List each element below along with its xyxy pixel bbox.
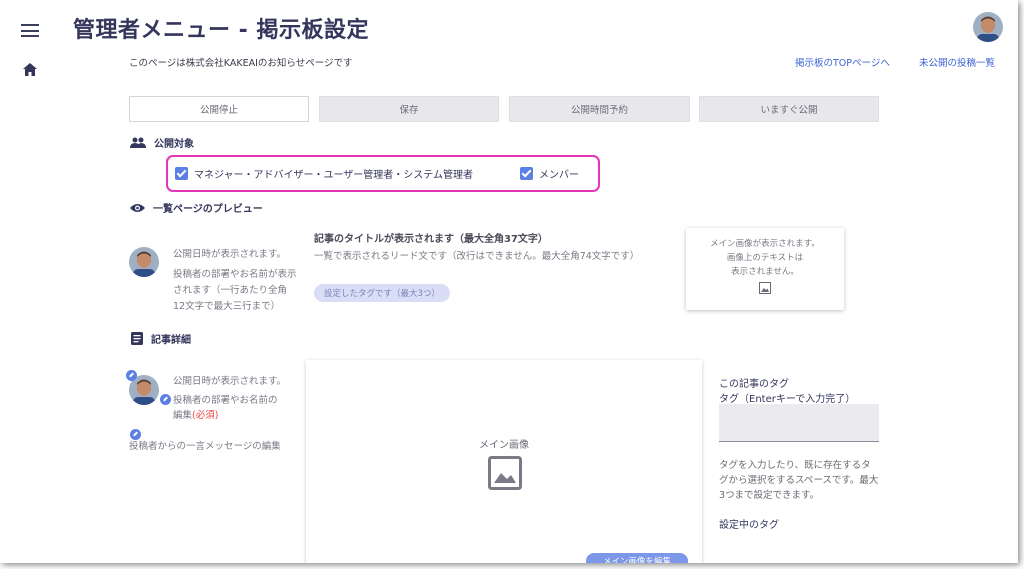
- preview-lead-text: 一覧で表示されるリード文です（改行はできません。最大全角74文字です）: [314, 251, 640, 262]
- menu-icon[interactable]: [21, 24, 39, 37]
- detail-message-edit[interactable]: 投稿者からの一言メッセージの編集: [129, 439, 281, 455]
- audience-title-label: 公開対象: [154, 139, 194, 150]
- option-members-label: メンバー: [539, 170, 579, 181]
- detail-author-edit-line2[interactable]: 編集(必須): [173, 408, 218, 424]
- unpublished-list-link[interactable]: 未公開の投稿一覧: [919, 55, 995, 69]
- preview-image-line3: 表示されません。: [731, 267, 799, 277]
- eye-icon: [130, 203, 145, 212]
- preview-image-line1: メイン画像が表示されます。: [710, 239, 820, 249]
- audience-section-title: 公開対象: [130, 135, 194, 150]
- detail-title-label: 記事詳細: [151, 335, 191, 346]
- user-avatar[interactable]: [973, 12, 1003, 42]
- article-icon: [131, 332, 143, 345]
- tags-current-label: 設定中のタグ: [719, 520, 779, 531]
- tags-title: この記事のタグ: [719, 379, 789, 390]
- home-icon[interactable]: [23, 63, 37, 76]
- preview-article-title: 記事のタイトルが表示されます（最大全角37文字）: [314, 234, 548, 245]
- checkbox-members[interactable]: [520, 167, 533, 180]
- image-icon: [759, 282, 771, 294]
- save-button[interactable]: 保存: [319, 96, 499, 122]
- people-icon: [130, 137, 146, 148]
- edit-main-image-label: メイン画像を編集: [602, 557, 671, 563]
- main-image-label: メイン画像: [479, 440, 529, 451]
- preview-image-card: メイン画像が表示されます。 画像上のテキストは 表示されません。: [686, 228, 844, 310]
- page-title: 管理者メニュー - 掲示板設定: [73, 18, 369, 43]
- schedule-button[interactable]: 公開時間予約: [509, 96, 690, 122]
- preview-date: 公開日時が表示されます。: [173, 249, 287, 260]
- tags-input[interactable]: [719, 404, 879, 442]
- checkbox-managers[interactable]: [175, 167, 188, 180]
- app-window: 管理者メニュー - 掲示板設定 このページは株式会社KAKEAIのお知らせページ…: [0, 0, 1018, 563]
- pencil-icon[interactable]: [160, 394, 171, 405]
- publish-now-button[interactable]: いますぐ公開: [699, 96, 879, 122]
- detail-section-title: 記事詳細: [131, 331, 191, 346]
- image-icon: [488, 456, 522, 490]
- edit-main-image-button[interactable]: メイン画像を編集: [586, 553, 688, 563]
- pencil-icon[interactable]: [126, 370, 137, 381]
- stop-publish-button[interactable]: 公開停止: [129, 96, 309, 122]
- detail-author-edit[interactable]: 投稿者の部署やお名前の: [173, 393, 278, 409]
- preview-author: 投稿者の部署やお名前が表示されます（一行あたり全角12文字で最大三行まで）: [173, 269, 297, 312]
- main-image-area[interactable]: メイン画像: [306, 360, 702, 563]
- preview-section-title: 一覧ページのプレビュー: [130, 200, 263, 215]
- tags-help-text: タグを入力したり、既に存在するタグから選択をするスペースです。最大3つまで設定で…: [719, 460, 879, 501]
- tags-input-label: タグ（Enterキーで入力完了）: [719, 394, 856, 405]
- page-notice: このページは株式会社KAKEAIのお知らせページです: [129, 58, 353, 69]
- preview-avatar: [129, 247, 159, 277]
- detail-date: 公開日時が表示されます。: [173, 376, 287, 387]
- required-mark: (必須): [192, 410, 219, 421]
- preview-image-line2: 画像上のテキストは: [726, 253, 804, 263]
- audience-option-members[interactable]: メンバー: [520, 166, 579, 181]
- preview-tag-pill: 設定したタグです（最大3つ）: [314, 284, 450, 302]
- detail-edit-word: 編集: [173, 410, 193, 421]
- option-managers-label: マネジャー・アドバイザー・ユーザー管理者・システム管理者: [194, 170, 473, 181]
- audience-option-managers[interactable]: マネジャー・アドバイザー・ユーザー管理者・システム管理者: [175, 166, 473, 181]
- preview-title-label: 一覧ページのプレビュー: [153, 204, 263, 215]
- board-top-link[interactable]: 掲示板のTOPページへ: [795, 55, 890, 69]
